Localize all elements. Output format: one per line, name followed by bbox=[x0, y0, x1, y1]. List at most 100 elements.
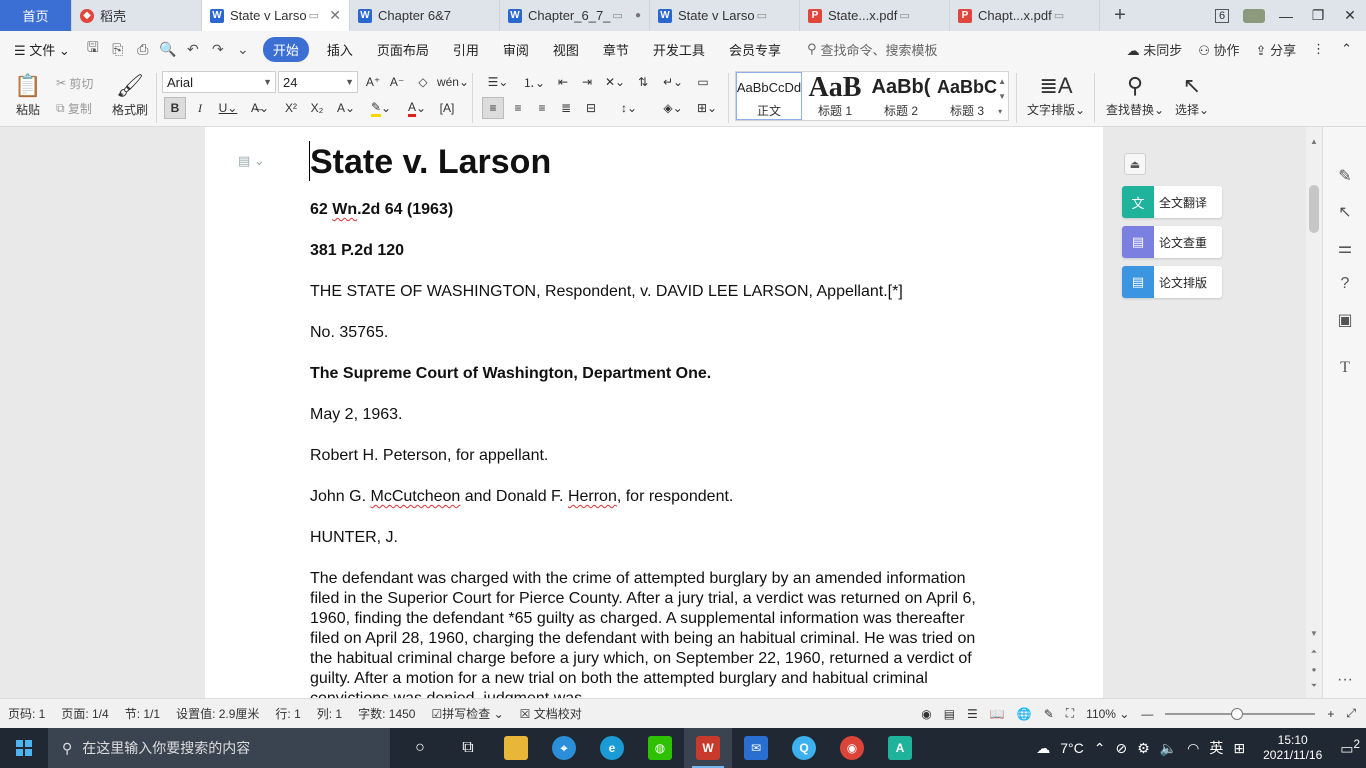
undo-icon[interactable]: ↶ bbox=[182, 38, 204, 60]
file-menu[interactable]: ☰ 文件 ⌄ bbox=[10, 40, 82, 59]
bold-button[interactable]: B bbox=[164, 97, 186, 119]
align-left-button[interactable]: ≡ bbox=[482, 97, 504, 119]
translate-app-icon[interactable]: A bbox=[876, 728, 924, 768]
qq-browser-icon[interactable]: Q bbox=[780, 728, 828, 768]
cut-button[interactable]: ✂ 剪切 bbox=[56, 72, 93, 94]
clock[interactable]: 15:10 2021/11/16 bbox=[1255, 733, 1330, 763]
wechat-icon[interactable]: ◍ bbox=[636, 728, 684, 768]
safari-icon[interactable]: ⌖ bbox=[540, 728, 588, 768]
line-spacing-button[interactable]: ↕⌄ bbox=[614, 97, 644, 119]
mail-icon[interactable]: ✉ bbox=[732, 728, 780, 768]
show-marks-icon[interactable]: ↵⌄ bbox=[658, 71, 688, 93]
ime-indicator[interactable]: 英 bbox=[1209, 738, 1223, 758]
highlight-button[interactable]: ✎ ⌄ bbox=[366, 97, 396, 119]
notification-icon[interactable]: ▭2 bbox=[1340, 738, 1360, 758]
more-tools-icon[interactable]: ··· bbox=[1323, 665, 1366, 695]
find-replace-button[interactable]: ⚲ 查找替换⌄ bbox=[1104, 71, 1166, 118]
settings-sliders-icon[interactable]: ⚌ bbox=[1323, 233, 1366, 263]
font-size-select[interactable]: 24 ▼ bbox=[278, 71, 358, 93]
superscript-button[interactable]: X² bbox=[280, 97, 302, 119]
numbering-button[interactable]: ⒈⌄ bbox=[518, 71, 550, 93]
strikethrough-button[interactable]: A̶⌄ bbox=[246, 97, 274, 119]
avatar[interactable] bbox=[1238, 0, 1270, 31]
bullets-button[interactable]: ☰⌄ bbox=[482, 71, 514, 93]
style-heading-2[interactable]: AaBb( 标题 2 bbox=[868, 72, 934, 120]
style-heading-3[interactable]: AaBbC 标题 3 bbox=[934, 72, 1000, 120]
zoom-slider[interactable] bbox=[1165, 707, 1316, 720]
more-menu-icon[interactable]: ⋮ bbox=[1312, 41, 1325, 57]
help-icon[interactable]: ? bbox=[1323, 269, 1366, 299]
document-content[interactable]: State v. Larson 62 Wn.2d 64 (1963) 381 P… bbox=[310, 141, 1000, 698]
select-button[interactable]: ↖ 选择⌄ bbox=[1172, 71, 1212, 118]
outline-view-icon[interactable]: ☰ bbox=[967, 707, 978, 721]
zoom-out-button[interactable]: — bbox=[1141, 707, 1153, 721]
write-view-icon[interactable]: ✎ bbox=[1044, 707, 1054, 721]
select-browse-icon[interactable]: ● bbox=[1306, 665, 1322, 674]
tab-home-ribbon[interactable]: 开始 bbox=[262, 36, 309, 62]
tray-app-icon[interactable]: ⊘ bbox=[1115, 740, 1127, 757]
scroll-thumb[interactable] bbox=[1309, 185, 1319, 233]
vertical-scrollbar[interactable]: ▲ ▼ ⏶ ● ⏷ bbox=[1306, 127, 1322, 698]
tab-state-pdf[interactable]: P State...x.pdf ▭ bbox=[800, 0, 950, 31]
ime-mode-icon[interactable]: ⊞ bbox=[1233, 740, 1245, 757]
window-count-button[interactable]: 6 bbox=[1206, 0, 1238, 31]
scroll-down-icon[interactable]: ▼ bbox=[1306, 629, 1322, 638]
tab-review[interactable]: 审阅 bbox=[491, 40, 541, 59]
style-heading-1[interactable]: AaB 标题 1 bbox=[802, 72, 868, 120]
minimize-button[interactable]: — bbox=[1270, 0, 1302, 31]
zoom-knob[interactable] bbox=[1231, 707, 1244, 720]
col-number[interactable]: 列: 1 bbox=[309, 705, 350, 722]
customize-icon[interactable]: ⌄ bbox=[232, 38, 254, 60]
task-view-icon[interactable]: ⧉ bbox=[444, 728, 492, 768]
doc-proofread-button[interactable]: ☒ 文档校对 bbox=[512, 705, 590, 722]
scroll-up-icon[interactable]: ▲ bbox=[1306, 137, 1322, 146]
word-count[interactable]: 字数: 1450 bbox=[350, 705, 423, 722]
increase-indent-icon[interactable]: ⇥ bbox=[576, 71, 598, 93]
full-translate-button[interactable]: 文 全文翻译 bbox=[1122, 186, 1222, 218]
style-normal[interactable]: AaBbCcDd 正文 bbox=[736, 72, 802, 120]
export-icon[interactable]: ⎘ bbox=[107, 38, 129, 60]
copy-button[interactable]: ⧉ 复制 bbox=[56, 97, 92, 119]
wifi-icon[interactable]: ◠ bbox=[1187, 740, 1199, 757]
setting-value[interactable]: 设置值: 2.9厘米 bbox=[168, 705, 267, 722]
web-view-icon[interactable]: 🌐 bbox=[1017, 707, 1032, 721]
chrome-icon[interactable]: ◉ bbox=[828, 728, 876, 768]
prev-page-icon[interactable]: ⏶ bbox=[1306, 647, 1322, 657]
sort-icon[interactable]: ⇅ bbox=[632, 71, 654, 93]
distribute-button[interactable]: ⊟ bbox=[580, 97, 602, 119]
sync-button[interactable]: ☁ 未同步 bbox=[1127, 40, 1183, 59]
next-page-icon[interactable]: ⏷ bbox=[1306, 681, 1322, 691]
font-name-select[interactable]: Arial ▼ bbox=[162, 71, 276, 93]
tab-chapter-6-7-underscore[interactable]: W Chapter_6_7_ ▭ ● bbox=[500, 0, 650, 31]
temperature[interactable]: 7°C bbox=[1060, 740, 1084, 756]
shading-button[interactable]: ◈⌄ bbox=[658, 97, 688, 119]
collapse-panel-button[interactable]: ⏏ bbox=[1124, 153, 1146, 175]
tab-developer[interactable]: 开发工具 bbox=[641, 40, 717, 59]
start-button[interactable] bbox=[0, 728, 48, 768]
justify-button[interactable]: ≣ bbox=[556, 97, 576, 119]
tab-state-v-larson-2[interactable]: W State v Larso ▭ bbox=[650, 0, 800, 31]
grow-font-button[interactable]: A⁺ bbox=[364, 71, 382, 93]
file-explorer-icon[interactable] bbox=[492, 728, 540, 768]
decrease-indent-icon[interactable]: ⇤ bbox=[552, 71, 574, 93]
tab-chapter[interactable]: 章节 bbox=[591, 40, 641, 59]
underline-button[interactable]: U⌄ bbox=[214, 97, 242, 119]
tab-page-layout[interactable]: 页面布局 bbox=[365, 40, 441, 59]
shrink-font-button[interactable]: A⁻ bbox=[388, 71, 406, 93]
command-search[interactable]: ⚲ 查找命令、搜索模板 bbox=[807, 40, 938, 59]
tab-references[interactable]: 引用 bbox=[441, 40, 491, 59]
italic-button[interactable]: I bbox=[190, 97, 210, 119]
edge-icon[interactable]: e bbox=[588, 728, 636, 768]
tab-docer[interactable]: ◆ 稻壳 bbox=[72, 0, 202, 31]
tab-chapter-pdf[interactable]: P Chapt...x.pdf ▭ bbox=[950, 0, 1100, 31]
image-icon[interactable]: ▣ bbox=[1323, 305, 1366, 335]
format-painter-button[interactable]: 🖌 格式刷 bbox=[110, 71, 150, 118]
taskbar-search[interactable]: ⚲ 在这里输入你要搜索的内容 bbox=[48, 728, 390, 768]
text-tool-icon[interactable]: T bbox=[1323, 353, 1366, 383]
section-count[interactable]: 节: 1/1 bbox=[117, 705, 168, 722]
page-count[interactable]: 页面: 1/4 bbox=[53, 705, 116, 722]
spell-check-toggle[interactable]: ☑拼写检查 ⌄ bbox=[423, 705, 511, 722]
tray-expand-icon[interactable]: ⌃ bbox=[1094, 740, 1106, 757]
zoom-level[interactable]: 110% ⌄ bbox=[1086, 707, 1129, 721]
close-tab-icon[interactable]: ✕ bbox=[323, 7, 341, 24]
